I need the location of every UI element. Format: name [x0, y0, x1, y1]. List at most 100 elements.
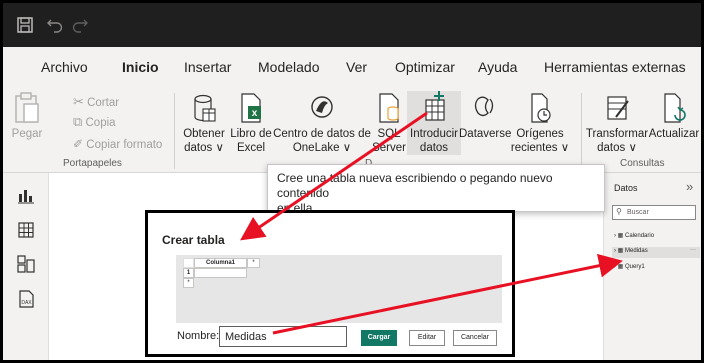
enter-data-tooltip: Cree una tabla nueva escribiendo o pegan…	[267, 164, 605, 215]
menu-inicio[interactable]: Inicio	[122, 59, 159, 75]
enter-data-label-2: datos	[419, 142, 449, 154]
cut-button[interactable]: ✂ Cortar	[73, 95, 119, 110]
recent-sources-button[interactable]: Orígenes recientes ∨	[509, 91, 571, 155]
corner-cell	[183, 258, 194, 268]
onelake-icon	[311, 96, 333, 118]
tree-item-label: Medidas	[625, 248, 648, 254]
enter-data-label-1: Introducir	[410, 128, 458, 140]
paste-icon	[15, 92, 39, 123]
title-bar	[3, 3, 701, 47]
table-grid[interactable]: Columna1 * 1 *	[176, 255, 502, 323]
ribbon: Pegar ✂ Cortar ⧉ Copia ✐ Copiar formato …	[3, 87, 701, 173]
search-icon: ⚲	[616, 207, 622, 216]
menu-ver[interactable]: Ver	[346, 59, 367, 75]
add-column-button[interactable]: *	[247, 258, 260, 268]
svg-text:x: x	[252, 108, 258, 119]
edit-button[interactable]: Editar	[409, 330, 445, 346]
transform-label-1: Transformar	[585, 128, 649, 140]
paste-label: Pegar	[11, 128, 43, 140]
svg-text:DAX: DAX	[21, 300, 32, 306]
onelake-label-1: Centro de datos de	[273, 128, 371, 140]
row-number: 1	[183, 268, 194, 278]
copy-label: Copia	[85, 117, 116, 129]
dialog-title: Crear tabla	[162, 233, 225, 247]
group-label-portapapeles: Portapapeles	[63, 158, 122, 169]
sql-label-2: Server	[372, 142, 406, 154]
tooltip-line-1: Cree una tabla nueva escribiendo o pegan…	[277, 171, 553, 200]
data-pane-title: Datos	[614, 183, 638, 193]
menu-bar: Archivo Inicio Insertar Modelado Ver Opt…	[3, 47, 701, 87]
dax-query-view-icon[interactable]: DAX	[16, 289, 36, 309]
excel-label-2: Excel	[236, 142, 266, 154]
refresh-icon	[664, 93, 686, 123]
dataverse-button[interactable]: Dataverse	[459, 91, 512, 141]
expand-pane-icon[interactable]: »	[686, 179, 693, 194]
view-rail: DAX	[3, 173, 49, 360]
transform-label-2: datos ∨	[597, 142, 637, 154]
excel-workbook-button[interactable]: x Libro de Excel	[227, 91, 275, 155]
app-window: Archivo Inicio Insertar Modelado Ver Opt…	[0, 0, 704, 363]
table-cell[interactable]	[194, 268, 247, 278]
table-plus-icon	[425, 91, 445, 121]
load-button[interactable]: Cargar	[361, 330, 397, 346]
recent-sources-label-1: Orígenes	[516, 128, 564, 140]
sql-server-button[interactable]: SQL Server	[369, 91, 409, 155]
tree-item-query1[interactable]: › ▦ Query1	[614, 263, 645, 270]
name-label: Nombre:	[177, 330, 220, 342]
data-pane: Datos » ⚲ Buscar › ▦ Calendario › ▦ Medi…	[603, 173, 701, 360]
cancel-button[interactable]: Cancelar	[453, 330, 497, 346]
tree-item-label: Calendario	[625, 233, 655, 239]
recent-sources-icon	[531, 93, 551, 123]
save-icon[interactable]	[16, 16, 34, 34]
menu-modelado[interactable]: Modelado	[258, 59, 320, 75]
table-view-icon[interactable]	[16, 220, 36, 240]
table-name-input[interactable]	[219, 326, 347, 347]
excel-label-1: Libro de	[230, 128, 272, 140]
tree-item-label: Query1	[625, 264, 645, 270]
transform-data-icon	[607, 96, 629, 120]
menu-ayuda[interactable]: Ayuda	[478, 59, 517, 75]
refresh-button[interactable]: Actualizar	[648, 91, 700, 141]
format-painter-label: Copiar formato	[86, 139, 163, 151]
tree-item-medidas[interactable]: › ▦ Medidas ···	[612, 247, 700, 258]
column-header[interactable]: Columna1	[194, 258, 247, 268]
menu-insertar[interactable]: Insertar	[184, 59, 231, 75]
sql-server-icon	[379, 93, 399, 123]
undo-icon[interactable]	[46, 16, 64, 34]
more-options-icon[interactable]: ···	[690, 247, 696, 253]
get-data-label-1: Obtener	[183, 128, 225, 140]
onelake-label-2: OneLake ∨	[292, 142, 352, 154]
excel-icon: x	[241, 93, 261, 123]
tree-item-calendario[interactable]: › ▦ Calendario	[614, 232, 654, 239]
recent-sources-label-2: recientes ∨	[510, 142, 570, 154]
get-data-label-2: datos ∨	[184, 142, 224, 154]
create-table-dialog: Crear tabla Columna1 * 1 * Nombre: Carga…	[145, 210, 515, 357]
search-placeholder: Buscar	[627, 209, 649, 216]
onelake-button[interactable]: Centro de datos de OneLake ∨	[273, 91, 371, 155]
refresh-label: Actualizar	[648, 128, 700, 140]
cut-label: Cortar	[87, 97, 120, 109]
report-view-icon[interactable]	[16, 185, 36, 205]
redo-icon[interactable]	[71, 16, 89, 34]
sql-label-1: SQL	[377, 128, 401, 140]
copy-icon: ⧉	[73, 114, 83, 129]
group-divider	[581, 93, 582, 169]
copy-button[interactable]: ⧉ Copia	[73, 115, 116, 130]
menu-herramientas-externas[interactable]: Herramientas externas	[544, 59, 686, 75]
get-data-button[interactable]: Obtener datos ∨	[178, 91, 230, 155]
dataverse-icon	[474, 96, 494, 117]
paste-button[interactable]: Pegar	[9, 91, 45, 141]
model-view-icon[interactable]	[16, 254, 36, 274]
database-icon	[194, 94, 216, 122]
cut-icon: ✂	[73, 94, 84, 109]
menu-archivo[interactable]: Archivo	[41, 59, 88, 75]
format-painter-icon: ✐	[73, 137, 84, 151]
dataverse-label: Dataverse	[459, 128, 512, 140]
enter-data-button[interactable]: Introducir datos	[407, 91, 461, 155]
group-divider	[174, 93, 175, 169]
menu-optimizar[interactable]: Optimizar	[395, 59, 455, 75]
data-pane-search-box[interactable]: ⚲ Buscar	[612, 205, 696, 220]
transform-data-button[interactable]: Transformar datos ∨	[585, 91, 649, 155]
format-painter-button[interactable]: ✐ Copiar formato	[73, 137, 162, 152]
add-row-button[interactable]: *	[183, 278, 194, 288]
